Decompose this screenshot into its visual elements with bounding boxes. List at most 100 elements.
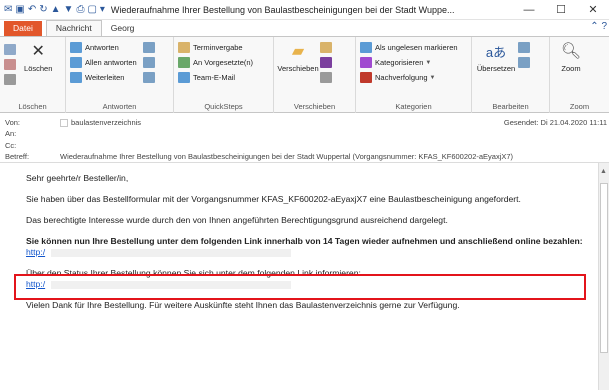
up-arrow-icon[interactable]: ▲ — [51, 0, 61, 20]
reply-all-icon — [70, 57, 82, 68]
magnifier-icon: 🔍︎ — [560, 43, 582, 60]
meeting-reply-button[interactable] — [142, 40, 158, 55]
quickstep-team-email[interactable]: Team-E-Mail — [178, 70, 253, 85]
scroll-up-icon[interactable]: ▲ — [600, 168, 607, 175]
rules-button[interactable] — [320, 40, 335, 55]
cleanup-icon — [4, 59, 16, 70]
ignore-icon — [4, 44, 16, 55]
group-quicksteps: Terminvergabe An Vorgesetzte(n) Team-E-M… — [174, 37, 274, 113]
group-move: ▰ Verschieben Verschieben — [274, 37, 356, 113]
ribbon-tabs: Datei Nachricht Georg ⌃ ? — [0, 20, 609, 37]
ignore-button[interactable] — [4, 42, 19, 57]
quickstep-appointment[interactable]: Terminvergabe — [178, 40, 253, 55]
undo-icon[interactable]: ↶ — [28, 0, 36, 20]
select-button[interactable] — [518, 55, 533, 70]
reply-button[interactable]: Antworten — [70, 40, 137, 55]
scroll-thumb[interactable] — [600, 183, 608, 353]
mail-icon: ✉ — [4, 3, 13, 15]
cursor-icon — [518, 57, 531, 68]
print-icon[interactable]: ⎙ — [76, 0, 84, 20]
close-button[interactable]: ✕ — [577, 0, 609, 20]
reply-all-button[interactable]: Allen antworten — [70, 55, 137, 70]
junk-button[interactable] — [4, 72, 19, 87]
move-button[interactable]: ▰ Verschieben — [277, 40, 318, 73]
highlight-box — [14, 274, 586, 300]
paragraph-order: Sie haben über das Bestellformular mit d… — [26, 194, 521, 204]
categorize-button[interactable]: Kategorisieren ▼ — [360, 55, 458, 70]
group-label-editing: Bearbeiten — [492, 102, 529, 111]
delete-x-icon: ✕ — [31, 43, 45, 60]
rules-icon — [320, 42, 333, 53]
group-respond: Antworten Allen antworten Weiterleiten A… — [66, 37, 174, 113]
vertical-scrollbar[interactable]: ▲ — [598, 163, 609, 390]
binoculars-icon — [518, 42, 531, 53]
to-label: An: — [5, 129, 17, 138]
quickstep-manager[interactable]: An Vorgesetzte(n) — [178, 55, 253, 70]
cleanup-button[interactable] — [4, 57, 19, 72]
forward-icon — [70, 72, 82, 83]
follow-up-button[interactable]: Nachverfolgung ▼ — [360, 70, 458, 85]
cc-label: Cc: — [5, 141, 17, 150]
tab-message[interactable]: Nachricht — [45, 20, 102, 36]
find-button[interactable] — [518, 40, 533, 55]
actions-button[interactable] — [320, 70, 335, 85]
greeting: Sehr geehrte/r Besteller/in, — [26, 173, 129, 183]
group-label-move: Verschieben — [293, 102, 336, 111]
group-zoom: 🔍︎ Zoom Zoom — [550, 37, 609, 113]
paragraph-thanks: Vielen Dank für Ihre Bestellung. Für wei… — [26, 300, 460, 310]
paragraph-resume-order: Sie können nun Ihre Bestellung unter dem… — [26, 236, 583, 246]
group-label-quicksteps: QuickSteps — [204, 102, 243, 111]
message-body: Sehr geehrte/r Besteller/in, Sie haben ü… — [0, 163, 609, 390]
redo-icon[interactable]: ↻ — [39, 0, 47, 20]
im-reply-button[interactable] — [142, 55, 158, 70]
group-label-delete: Löschen — [18, 102, 47, 111]
delete-button[interactable]: ✕ Löschen — [21, 40, 55, 73]
quickstep-icon — [178, 57, 190, 68]
forward-button[interactable]: Weiterleiten — [70, 70, 137, 85]
envelope-icon — [360, 42, 372, 53]
chevron-down-icon: ▼ — [425, 59, 432, 66]
group-label-zoom: Zoom — [569, 102, 590, 111]
from-label: Von: — [5, 118, 21, 127]
junk-icon — [4, 74, 16, 85]
quickstep-icon — [178, 42, 190, 53]
more-respond-button[interactable] — [142, 70, 158, 85]
message-header: Von: baulastenverzeichnis Gesendet: Di 2… — [0, 113, 609, 163]
down-arrow-icon[interactable]: ▼ — [64, 0, 74, 20]
translate-button[interactable]: aあ Übersetzen — [476, 40, 516, 74]
minimize-button[interactable]: — — [513, 0, 545, 20]
folder-icon: ▰ — [291, 43, 305, 60]
onenote-button[interactable] — [320, 55, 335, 70]
subject-label: Betreff: — [5, 152, 30, 161]
attach-icon[interactable]: ▢ — [87, 0, 96, 20]
quick-access-toolbar: ✉ ▣ ↶ ↻ ▲ ▼ ⎙ ▢ ▾ — [0, 0, 105, 20]
paragraph-interest: Das berechtigte Interesse wurde durch de… — [26, 215, 448, 225]
more-icon — [142, 72, 155, 83]
category-icon — [360, 57, 372, 68]
contact-card-icon — [60, 118, 68, 127]
meeting-icon — [142, 42, 155, 53]
maximize-button[interactable]: ☐ — [545, 0, 577, 20]
group-label-respond: Antworten — [102, 102, 137, 111]
reply-icon — [70, 42, 82, 53]
actions-icon — [320, 72, 333, 83]
group-editing: aあ Übersetzen Bearbeiten — [472, 37, 550, 113]
zoom-button[interactable]: 🔍︎ Zoom — [554, 40, 588, 73]
mark-unread-button[interactable]: Als ungelesen markieren — [360, 40, 458, 55]
resume-order-link[interactable]: http:/ — [26, 247, 45, 258]
from-value[interactable]: baulastenverzeichnis — [60, 118, 141, 127]
help-icon[interactable]: ⌃ ? — [590, 21, 607, 32]
tab-file[interactable]: Datei — [4, 21, 42, 36]
subject-value: Wiederaufnahme Ihrer Bestellung von Baul… — [60, 152, 514, 161]
group-tags: Als ungelesen markieren Kategorisieren ▼ … — [356, 37, 472, 113]
window-title: Wiederaufnahme Ihrer Bestellung von Baul… — [110, 4, 455, 15]
ribbon: ✕ Löschen Löschen Antworten Allen antwor… — [0, 37, 609, 113]
redacted-link — [51, 248, 292, 257]
save-icon[interactable]: ▣ — [15, 0, 24, 20]
tab-georg[interactable]: Georg — [102, 21, 144, 36]
onenote-icon — [320, 57, 333, 68]
im-icon — [142, 57, 155, 68]
translate-icon: aあ — [485, 44, 507, 60]
flag-icon — [360, 72, 372, 83]
quickstep-icon — [178, 72, 190, 83]
